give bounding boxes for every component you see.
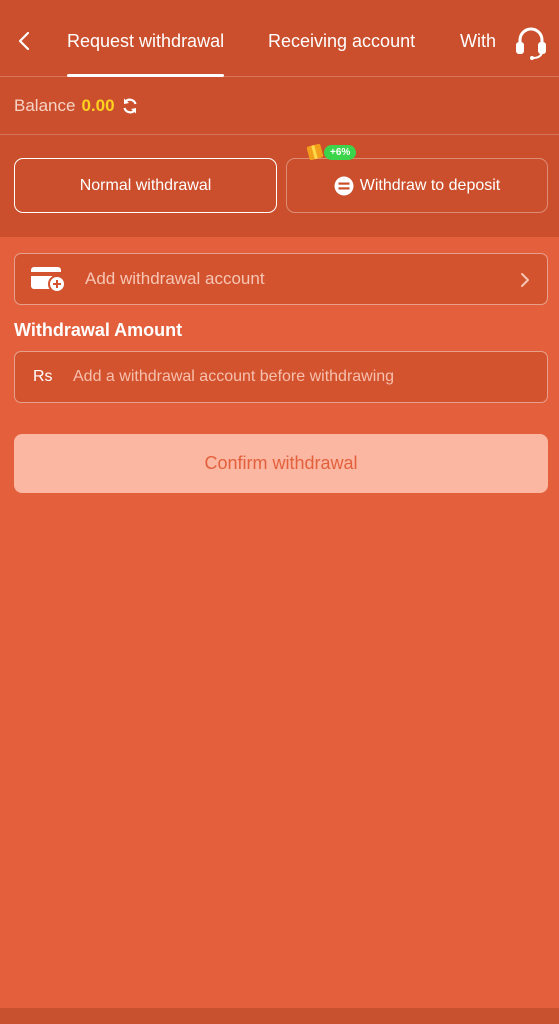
- balance-label: Balance: [14, 96, 76, 115]
- withdraw-to-deposit-label: Withdraw to deposit: [359, 176, 501, 194]
- chevron-left-icon: [18, 31, 30, 51]
- tab-request-withdrawal[interactable]: Request withdrawal: [67, 30, 225, 77]
- amount-input[interactable]: [73, 368, 547, 386]
- currency-symbol: Rs: [33, 368, 53, 385]
- exchange-icon: [334, 176, 354, 195]
- headset-icon: [516, 27, 546, 60]
- confirm-withdrawal-button[interactable]: Confirm withdrawal: [14, 434, 548, 493]
- withdrawal-amount-title: Withdrawal Amount: [14, 320, 183, 340]
- bonus-badge: +6%: [306, 143, 357, 161]
- wallet-add-icon: [31, 267, 66, 293]
- balance-value: 0.00: [81, 96, 115, 115]
- normal-withdrawal-button[interactable]: Normal withdrawal: [14, 158, 277, 213]
- bottom-strip: [0, 1008, 559, 1024]
- add-withdrawal-account-button[interactable]: Add withdrawal account: [14, 253, 548, 305]
- chevron-right-icon: [521, 273, 529, 287]
- tab-receiving-account[interactable]: Receiving account: [268, 30, 415, 52]
- back-button[interactable]: [12, 26, 36, 56]
- header-panel: Request withdrawal Receiving account Wit…: [0, 0, 559, 237]
- balance-row: Balance 0.00: [0, 78, 559, 135]
- bonus-percent: +6%: [324, 144, 357, 160]
- withdraw-to-deposit-button[interactable]: Withdraw to deposit: [286, 158, 548, 213]
- tab-withdrawal-history[interactable]: With: [460, 30, 496, 52]
- support-button[interactable]: [512, 24, 550, 60]
- normal-withdrawal-label: Normal withdrawal: [79, 176, 212, 194]
- amount-field[interactable]: Rs: [14, 351, 548, 403]
- gift-icon: [306, 143, 324, 161]
- add-account-label: Add withdrawal account: [85, 269, 265, 288]
- top-nav: Request withdrawal Receiving account Wit…: [0, 0, 559, 77]
- refresh-icon[interactable]: [121, 97, 139, 115]
